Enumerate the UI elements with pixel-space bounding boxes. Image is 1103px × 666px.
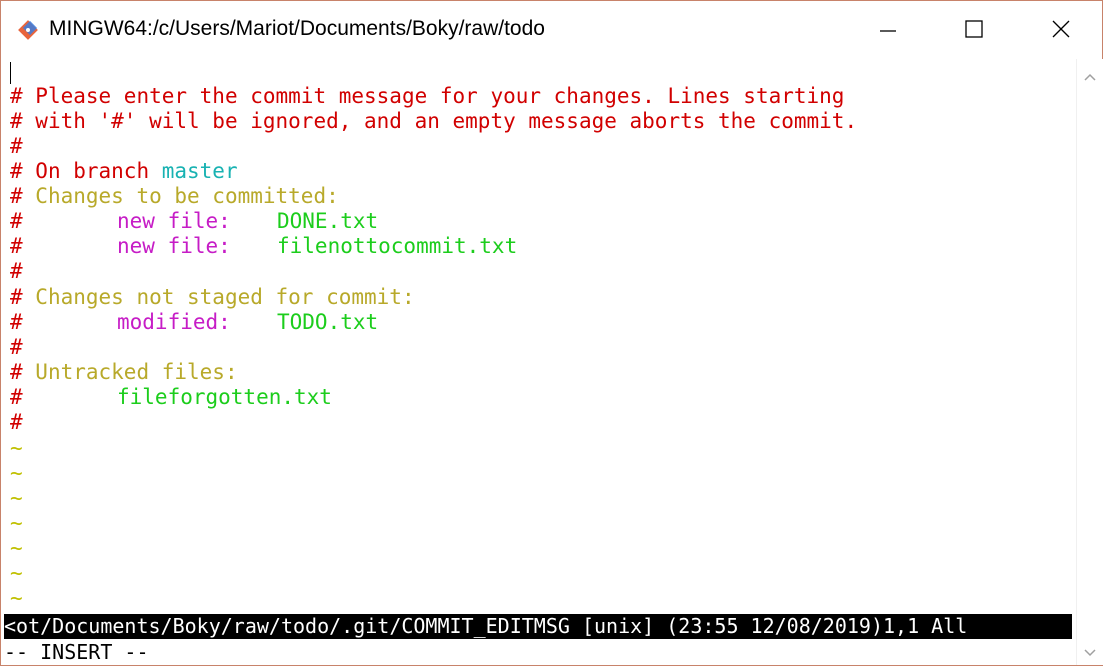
empty-line-marker: ~ — [10, 461, 23, 485]
empty-line-marker: ~ — [10, 586, 23, 610]
comment-line: # — [10, 410, 23, 434]
comment-line: # — [10, 335, 23, 359]
empty-line-marker: ~ — [10, 511, 23, 535]
section-header: # Changes to be committed: — [10, 184, 339, 208]
file-entry: # new file: DONE.txt — [10, 209, 379, 233]
terminal-window: MINGW64:/c/Users/Mariot/Documents/Boky/r… — [0, 0, 1103, 666]
minimize-icon — [880, 30, 896, 32]
title-bar[interactable]: MINGW64:/c/Users/Mariot/Documents/Boky/r… — [1, 1, 1102, 57]
vim-status-line: <ot/Documents/Boky/raw/todo/.git/COMMIT_… — [4, 614, 1072, 639]
branch-name: master — [161, 159, 238, 183]
section-header: # Changes not staged for commit: — [10, 285, 415, 309]
file-entry: # new file: filenottocommit.txt — [10, 234, 518, 258]
window-title: MINGW64:/c/Users/Mariot/Documents/Boky/r… — [49, 17, 545, 40]
section-header: # Untracked files: — [10, 360, 238, 384]
scroll-up-icon[interactable] — [1081, 69, 1099, 87]
comment-line: # — [10, 134, 23, 158]
close-button[interactable] — [1033, 1, 1089, 57]
file-entry: # fileforgotten.txt — [10, 385, 332, 409]
text-cursor — [10, 62, 11, 84]
scroll-down-icon[interactable] — [1081, 643, 1099, 661]
maximize-icon — [965, 20, 983, 38]
vim-mode-indicator: -- INSERT -- — [4, 640, 1072, 665]
comment-line: # Please enter the commit message for yo… — [10, 84, 845, 108]
maximize-button[interactable] — [946, 1, 1002, 57]
file-entry: # modified: TODO.txt — [10, 310, 379, 334]
comment-line: # — [10, 259, 23, 283]
git-bash-icon — [18, 20, 38, 40]
editor-area[interactable]: # Please enter the commit message for yo… — [4, 59, 1074, 664]
empty-line-marker: ~ — [10, 486, 23, 510]
empty-line-marker: ~ — [10, 436, 23, 460]
comment-line: # with '#' will be ignored, and an empty… — [10, 109, 858, 133]
minimize-button[interactable] — [860, 1, 916, 57]
branch-line: # On branch master — [10, 159, 238, 183]
empty-line-marker: ~ — [10, 561, 23, 585]
empty-line-marker: ~ — [10, 536, 23, 560]
vertical-scrollbar[interactable] — [1076, 59, 1103, 665]
close-icon — [1052, 20, 1070, 38]
